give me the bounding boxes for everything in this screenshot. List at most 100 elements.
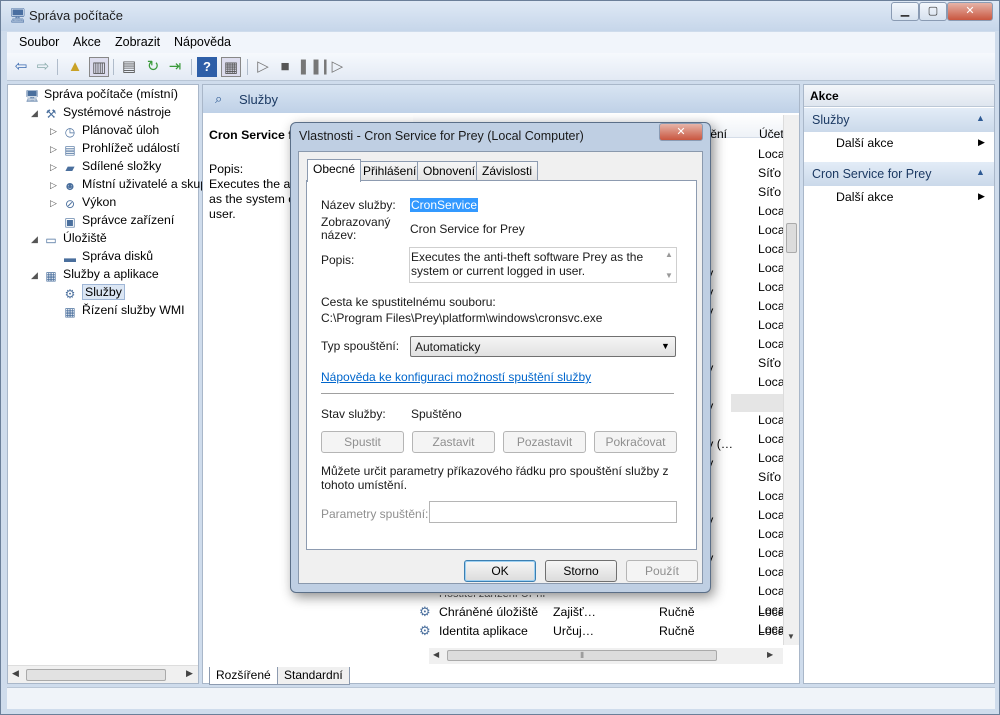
collapsed-arrow-icon[interactable]: ▷ — [50, 144, 62, 155]
account-cell: Síťo — [758, 166, 782, 180]
play-icon[interactable]: ▷ — [253, 57, 273, 77]
list-horizontal-scrollbar[interactable]: ◀ ⫴ ▶ — [429, 648, 783, 664]
services-gear-icon: ⚙ — [64, 287, 76, 301]
tree-node-label: Služby — [82, 284, 125, 300]
tree-node[interactable]: ▣ Správce zařízení — [50, 213, 174, 231]
table-row[interactable]: ⚙ Chráněné úložiště Zajišť… Ručně Loca — [419, 603, 789, 623]
minimize-button[interactable]: ▁ — [891, 2, 919, 21]
tree-node[interactable]: ▬ Správa disků — [50, 249, 153, 267]
expanded-arrow-icon[interactable]: ◢ — [31, 270, 43, 281]
list-vertical-scrollbar[interactable]: ▼ — [783, 115, 799, 645]
startup-type-select[interactable]: Automaticky ▼ — [410, 336, 676, 357]
general-tab-panel: Název služby: CronService Zobrazovaný ná… — [306, 180, 697, 550]
description-field[interactable]: Executes the anti-theft software Prey as… — [409, 247, 677, 283]
pause-icon[interactable]: ❚❚ — [297, 57, 322, 77]
tab-extended[interactable]: Rozšířené — [209, 667, 278, 685]
submenu-arrow-icon: ▶ — [978, 137, 985, 147]
scroll-left-icon[interactable]: ◀ — [433, 650, 439, 659]
scroll-right-icon[interactable]: ▶ — [186, 668, 193, 679]
column-account-header[interactable]: Účet — [759, 127, 784, 141]
show-hide-tree-icon[interactable]: ▥ — [89, 57, 109, 77]
tree-node[interactable]: ▦ Řízení služby WMI — [50, 303, 184, 321]
scroll-down-icon[interactable]: ▼ — [787, 632, 795, 641]
account-cell: Loca — [758, 432, 785, 446]
dialog-tabs: Obecné Přihlášení Obnovení Závislosti — [307, 159, 687, 182]
scroll-thumb[interactable]: ⫴ — [447, 650, 717, 661]
tree-node[interactable]: ▷ ☻ Místní uživatelé a skupiny — [50, 177, 223, 195]
start-button[interactable]: Spustit — [321, 431, 404, 453]
ok-button[interactable]: OK — [464, 560, 536, 582]
display-name-value[interactable]: Cron Service for Prey — [410, 222, 525, 236]
tree-node[interactable]: ◢ ▦ Služby a aplikace — [31, 267, 159, 285]
collapse-icon[interactable]: ▲ — [976, 113, 985, 123]
help-icon[interactable]: ? — [197, 57, 217, 77]
close-button[interactable]: ✕ — [947, 2, 993, 21]
collapse-icon[interactable]: ▲ — [976, 167, 985, 177]
tab-dependencies[interactable]: Závislosti — [476, 161, 539, 181]
scroll-down-icon[interactable]: ▼ — [665, 271, 673, 280]
menu-akce[interactable]: Akce — [73, 35, 101, 49]
tree-node[interactable]: ▷ ◷ Plánovač úloh — [50, 123, 159, 141]
scroll-right-icon[interactable]: ▶ — [767, 650, 773, 659]
service-name-value[interactable]: CronService — [410, 198, 479, 212]
tree-node-label: Správce zařízení — [82, 213, 175, 227]
dialog-close-button[interactable]: ✕ — [659, 123, 703, 141]
params-input[interactable] — [429, 501, 677, 523]
scroll-thumb[interactable] — [26, 669, 166, 681]
cancel-button[interactable]: Storno — [545, 560, 617, 582]
menu-zobrazit[interactable]: Zobrazit — [115, 35, 160, 49]
forward-icon[interactable]: ⇨ — [33, 57, 53, 77]
tree-node[interactable]: ⚙ Služby — [50, 284, 125, 303]
tree-node[interactable]: ◢ ▭ Úložiště — [31, 231, 107, 249]
pause-button[interactable]: Pozastavit — [503, 431, 586, 453]
collapsed-arrow-icon[interactable]: ▷ — [50, 198, 62, 209]
expanded-arrow-icon[interactable]: ◢ — [31, 234, 43, 245]
tree-node[interactable]: ▷ ⊘ Výkon — [50, 195, 116, 213]
collapsed-arrow-icon[interactable]: ▷ — [50, 180, 62, 191]
refresh-icon[interactable]: ↻ — [143, 57, 163, 77]
more-actions-link[interactable]: Další akce — [836, 136, 893, 150]
table-row[interactable]: ⚙ Identita aplikace Určuj… Ručně Loca — [419, 622, 789, 642]
properties-icon[interactable]: ▤ — [119, 57, 139, 77]
service-name: Identita aplikace — [439, 624, 528, 638]
tree-horizontal-scrollbar[interactable]: ◀ ▶ — [8, 665, 198, 683]
tab-general[interactable]: Obecné — [307, 159, 362, 182]
back-icon[interactable]: ⇦ — [11, 57, 31, 77]
continue-button[interactable]: Pokračovat — [594, 431, 677, 453]
services-apps-icon: ▦ — [45, 269, 57, 283]
collapsed-arrow-icon[interactable]: ▷ — [50, 126, 62, 137]
up-folder-icon[interactable]: ▲ — [65, 57, 85, 77]
scroll-left-icon[interactable]: ◀ — [12, 668, 19, 679]
help-link[interactable]: Nápověda ke konfiguraci možností spuštěn… — [321, 370, 591, 384]
menu-napoveda[interactable]: Nápověda — [174, 35, 231, 49]
display-name-label: název: — [321, 228, 357, 242]
account-cell: Loca — [758, 451, 785, 465]
show-pane-icon[interactable]: ▦ — [221, 57, 241, 77]
expanded-arrow-icon[interactable]: ◢ — [31, 108, 43, 119]
tree-node[interactable]: ▷ ▰ Sdílené složky — [50, 159, 161, 177]
path-value[interactable]: C:\Program Files\Prey\platform\windows\c… — [321, 311, 602, 325]
stop-button[interactable]: Zastavit — [412, 431, 495, 453]
scroll-thumb[interactable] — [786, 223, 797, 253]
tab-standard[interactable]: Standardní — [277, 667, 350, 685]
export-icon[interactable]: ⇥ — [165, 57, 185, 77]
apply-button[interactable]: Použít — [626, 560, 698, 582]
maximize-button[interactable]: ▢ — [919, 2, 947, 21]
tab-logon[interactable]: Přihlášení — [357, 161, 423, 181]
navigation-tree: 🖥 Správa počítače (místní) ◢ ⚒ Systémové nás… — [7, 84, 223, 684]
actions-section-service[interactable]: Cron Service for Prey ▲ — [804, 162, 994, 186]
chevron-down-icon: ▼ — [661, 341, 670, 351]
stop-icon[interactable]: ■ — [275, 57, 295, 77]
restart-icon[interactable]: ❙▷ — [319, 57, 343, 77]
tree-node[interactable]: ▷ ▤ Prohlížeč událostí — [50, 141, 180, 159]
more-actions-link[interactable]: Další akce — [836, 190, 893, 204]
tree-node[interactable]: 🖥 Správa počítače (místní) — [12, 87, 178, 105]
account-cell: Síťo — [758, 356, 782, 370]
tab-recovery[interactable]: Obnovení — [417, 161, 482, 181]
scroll-up-icon[interactable]: ▲ — [665, 250, 673, 259]
collapsed-arrow-icon[interactable]: ▷ — [50, 162, 62, 173]
tree-node[interactable]: ◢ ⚒ Systémové nástroje — [31, 105, 171, 123]
menu-soubor[interactable]: Soubor — [19, 35, 59, 49]
actions-section-services[interactable]: Služby ▲ — [804, 108, 994, 132]
toolbar-separator — [57, 59, 58, 75]
